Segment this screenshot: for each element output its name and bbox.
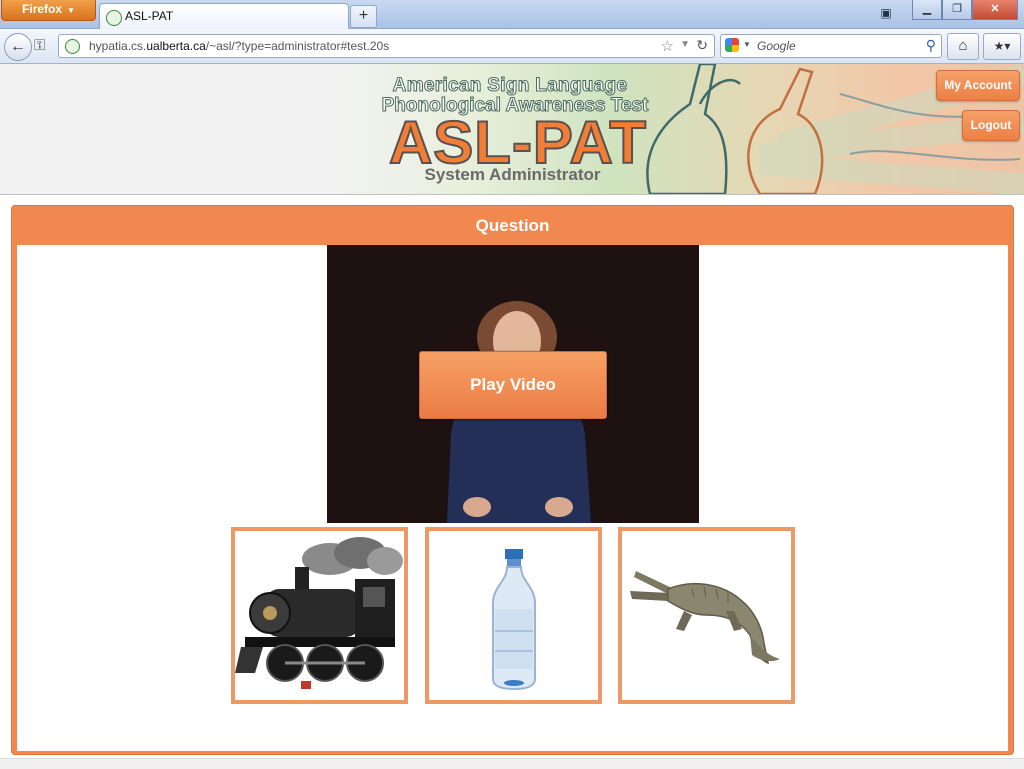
restore-icon[interactable]: ❐ (942, 0, 972, 20)
question-panel-title: Question (475, 216, 550, 235)
banner-title-line1: American Sign Language (392, 75, 628, 97)
url-path: /~asl/?type=administrator#test.20s (205, 39, 390, 53)
site-favicon-icon (106, 10, 122, 26)
sign-video-player[interactable]: Play Video (327, 245, 699, 523)
logout-button[interactable]: Logout (962, 110, 1020, 141)
reload-icon[interactable]: ↻ (696, 37, 708, 54)
browser-status-strip (0, 758, 1024, 769)
site-banner: American Sign Language Phonological Awar… (0, 64, 1024, 195)
browser-title-bar: Firefox ▼ ASL-PAT + ▣ ▁ ❐ ✕ (0, 0, 1024, 29)
minimize-icon[interactable]: ▁ (912, 0, 942, 20)
new-tab-button[interactable]: + (350, 5, 377, 28)
url-host-domain: ualberta.ca (146, 39, 206, 53)
answer-choice-train[interactable] (231, 527, 408, 704)
home-icon[interactable]: ⌂ (947, 33, 979, 60)
my-account-button[interactable]: My Account (936, 70, 1020, 101)
answer-choice-bottle[interactable] (425, 527, 602, 704)
site-identity-icon[interactable] (65, 39, 80, 54)
tab-title: ASL-PAT (125, 9, 174, 23)
history-dropdown-icon[interactable]: ▼ (680, 39, 690, 50)
search-bar[interactable]: ▼ Google ⚲ (720, 34, 942, 58)
question-panel: Question Play Video (11, 205, 1014, 755)
answer-choice-crocodile[interactable] (618, 527, 795, 704)
firefox-menu-label: Firefox (22, 2, 63, 16)
play-video-button[interactable]: Play Video (419, 351, 607, 419)
google-engine-icon[interactable] (725, 38, 739, 52)
list-all-tabs-icon[interactable]: ▣ (877, 4, 895, 22)
search-input[interactable]: Google (757, 39, 796, 53)
browser-tab[interactable]: ASL-PAT (99, 3, 349, 29)
close-icon[interactable]: ✕ (972, 0, 1018, 20)
key-icon[interactable]: ⚿ (34, 37, 45, 54)
bookmark-star-icon[interactable]: ☆ (661, 37, 674, 55)
back-arrow-icon[interactable]: ← (4, 33, 32, 61)
firefox-menu-button[interactable]: Firefox ▼ (1, 0, 96, 21)
navigation-toolbar: ← ⚿ hypatia.cs.ualberta.ca/~asl/?type=ad… (0, 29, 1024, 64)
crocodile-image (630, 571, 780, 665)
water-bottle-image (492, 549, 536, 691)
window-controls: ▁ ❐ ✕ (912, 0, 1018, 20)
url-host-prefix: hypatia.cs. (89, 39, 147, 53)
address-bar-url[interactable]: hypatia.cs.ualberta.ca/~asl/?type=admini… (89, 39, 389, 53)
question-panel-body: Play Video (17, 245, 1008, 751)
user-role-label: System Administrator (424, 165, 601, 184)
address-bar[interactable]: hypatia.cs.ualberta.ca/~asl/?type=admini… (58, 34, 715, 58)
search-icon[interactable]: ⚲ (926, 37, 936, 54)
engine-dropdown-icon[interactable]: ▼ (743, 40, 751, 49)
steam-locomotive-image (235, 537, 403, 689)
chevron-down-icon: ▼ (67, 6, 75, 15)
bookmarks-menu-icon[interactable]: ★▾ (983, 33, 1021, 60)
